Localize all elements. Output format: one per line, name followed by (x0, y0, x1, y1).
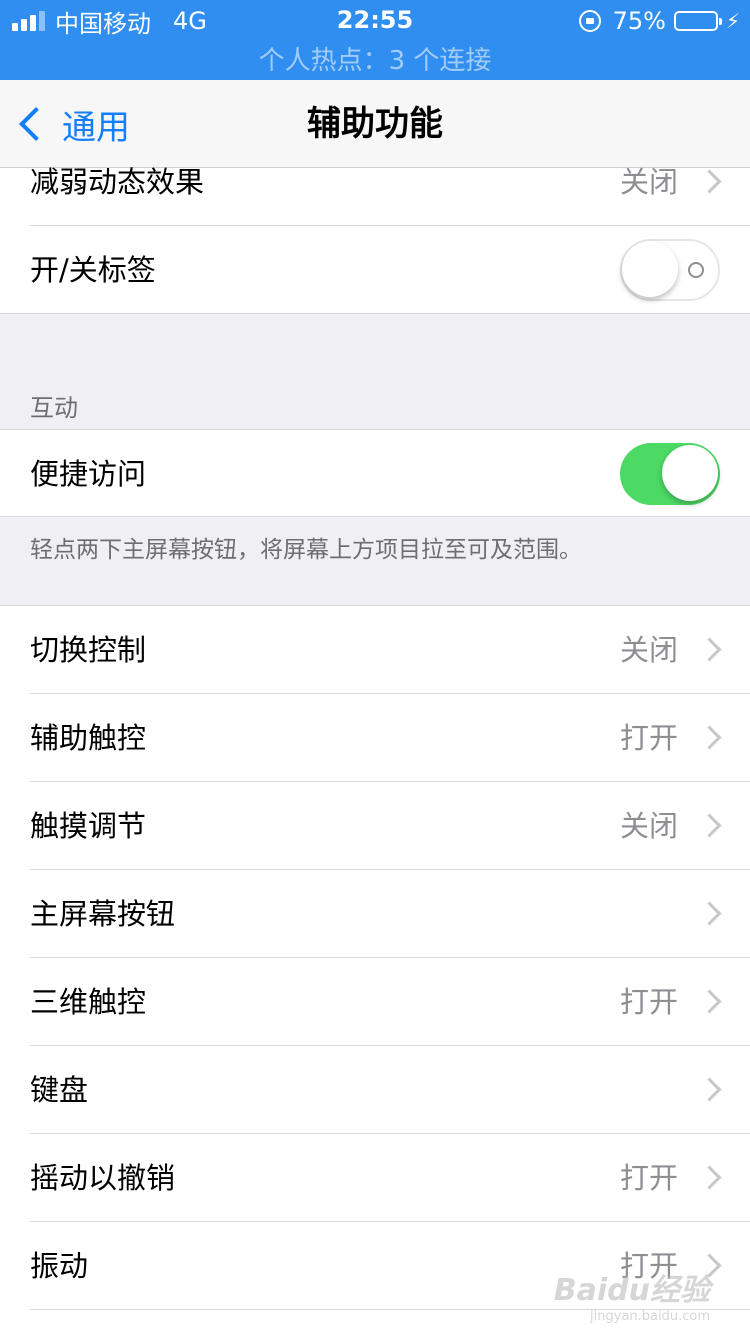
off-label-circle-icon (688, 262, 704, 278)
chevron-right-icon (697, 989, 722, 1014)
watermark-sub: jingyan.baidu.com (590, 1309, 710, 1324)
list-item-label: 三维触控 (30, 985, 147, 1019)
reduce-motion-value: 关闭 (619, 165, 678, 199)
list-item-assistive-touch[interactable]: 辅助触控 打开 (0, 694, 750, 782)
chevron-right-icon (697, 813, 722, 838)
list-item-touch-accommodations[interactable]: 触摸调节 关闭 (0, 782, 750, 870)
list-item-value: 打开 (619, 985, 678, 1019)
list-item-home-button[interactable]: 主屏幕按钮 (0, 870, 750, 958)
list-item-label: 触摸调节 (30, 809, 147, 843)
list-item-label: 振动 (30, 1249, 89, 1283)
list-item-value: 打开 (619, 721, 678, 755)
chevron-right-icon (697, 1077, 722, 1102)
list-item-keyboard[interactable]: 键盘 (0, 1046, 750, 1134)
accessibility-list: 切换控制 关闭 辅助触控 打开 触摸调节 关闭 主屏幕按钮 三维触控 打开 键盘… (0, 606, 750, 1334)
watermark-logo: Baidu经验 jingyan.baidu.com (554, 1265, 710, 1324)
hotspot-banner[interactable]: 个人热点：3 个连接 (0, 40, 750, 77)
on-off-labels-row: 开/关标签 (0, 226, 750, 314)
reduce-motion-row[interactable]: 减弱动态效果 关闭 (0, 165, 750, 226)
list-item-label: 摇动以撤销 (30, 1161, 176, 1195)
list-item-value: 关闭 (619, 809, 678, 843)
list-item-label: 辅助触控 (30, 721, 147, 755)
list-item-label: 主屏幕按钮 (30, 897, 176, 931)
list-item-value: 关闭 (619, 633, 678, 667)
interaction-group: 便捷访问 (0, 430, 750, 517)
status-right: 75% ⚡ (578, 6, 740, 36)
toggle-knob (622, 241, 678, 297)
section-header-interaction: 互动 (30, 394, 78, 422)
reachability-label: 便捷访问 (30, 457, 147, 491)
rotation-lock-icon (578, 10, 601, 32)
chevron-right-icon (697, 637, 722, 662)
battery-icon (673, 11, 722, 31)
list-item-switch-control[interactable]: 切换控制 关闭 (0, 606, 750, 694)
reachability-footer: 轻点两下主屏幕按钮，将屏幕上方项目拉至可及范围。 (30, 537, 582, 563)
status-bar: 中国移动 4G 22:55 75% ⚡ 个人热点：3 个连接 (0, 0, 750, 80)
chevron-right-icon (697, 901, 722, 926)
list-item-value: 打开 (619, 1161, 678, 1195)
list-item-label: 切换控制 (30, 633, 147, 667)
watermark-main: Baidu经验 (553, 1273, 710, 1308)
reachability-row: 便捷访问 (0, 430, 750, 517)
list-item-3d-touch[interactable]: 三维触控 打开 (0, 958, 750, 1046)
chevron-right-icon (697, 1165, 722, 1190)
on-off-labels-toggle[interactable] (620, 239, 720, 301)
on-off-labels-label: 开/关标签 (30, 253, 156, 287)
chevron-right-icon (697, 169, 722, 194)
top-settings-group: 减弱动态效果 关闭 开/关标签 (0, 165, 750, 314)
chevron-right-icon (697, 725, 722, 750)
reduce-motion-label: 减弱动态效果 (30, 165, 205, 199)
reachability-toggle[interactable] (620, 443, 720, 505)
list-item-label: 键盘 (30, 1073, 89, 1107)
toggle-knob (662, 445, 718, 501)
charging-bolt-icon: ⚡ (725, 9, 740, 33)
battery-percent: 75% (612, 7, 666, 35)
list-item-shake-to-undo[interactable]: 摇动以撤销 打开 (0, 1134, 750, 1222)
